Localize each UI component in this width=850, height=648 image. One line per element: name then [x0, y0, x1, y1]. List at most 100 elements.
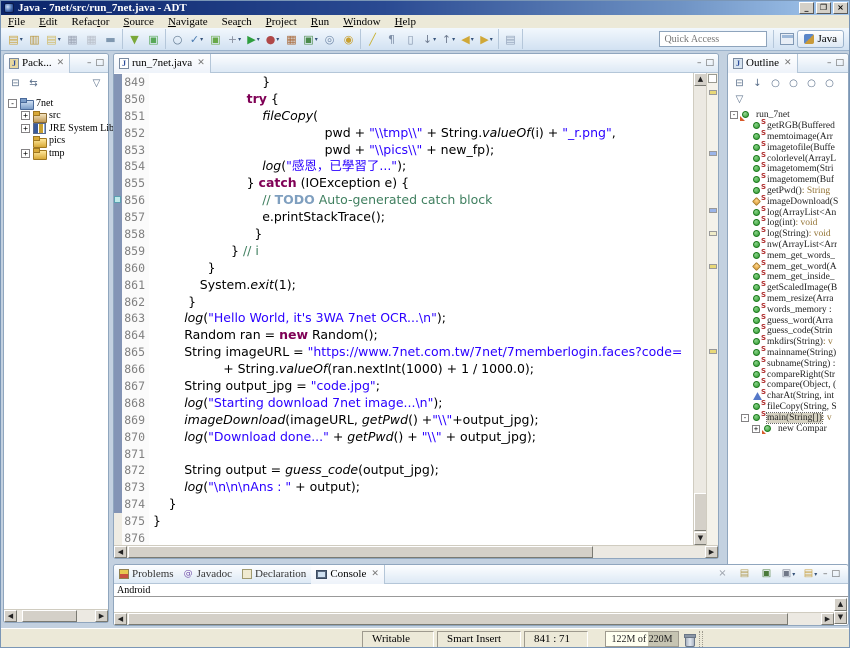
minimize-view-icon[interactable]: – [827, 59, 832, 68]
coverage-button[interactable]: ▦ [283, 31, 300, 48]
marker-bar[interactable] [114, 226, 122, 243]
expander-icon[interactable]: - [730, 111, 738, 119]
outline-item-guess-code-strin[interactable]: +Sguess_code(Strin [728, 326, 848, 337]
next-annotation-button[interactable]: ↓▾ [421, 31, 438, 48]
menu-navigate[interactable]: Navigate [161, 16, 215, 28]
window-close-button[interactable]: × [833, 2, 848, 14]
outline-item-mainname-string-[interactable]: +Smainname(String) [728, 348, 848, 359]
java-perspective-button[interactable]: Java [797, 30, 844, 48]
last-edit-location-button[interactable]: ╱ [364, 31, 381, 48]
expander-icon[interactable]: + [752, 425, 760, 433]
search-button[interactable]: ◉ [340, 31, 357, 48]
outline-item-new-compar[interactable]: +new Compar [728, 423, 848, 434]
outline-item-imagetofile-buffe[interactable]: +Simagetofile(Buffe [728, 142, 848, 153]
show-whitespace-button[interactable]: ¶ [383, 31, 400, 48]
marker-bar[interactable] [114, 209, 122, 226]
maximize-view-icon[interactable]: □ [705, 59, 714, 68]
outline-item-log-int-[interactable]: +Slog(int) : void [728, 218, 848, 229]
menu-window[interactable]: Window [336, 16, 387, 28]
menu-refactor[interactable]: Refactor [64, 16, 116, 28]
tree-item-pics[interactable]: +pics [4, 135, 108, 148]
outline-item-main-string-[interactable]: -Smain(String[]) : v [728, 412, 848, 423]
marker-bar[interactable] [114, 108, 122, 125]
marker-bar[interactable] [114, 496, 122, 513]
previous-annotation-button[interactable]: ↑▾ [440, 31, 457, 48]
android-virtual-device-manager-button[interactable]: ▣ [145, 31, 162, 48]
marker-bar[interactable] [114, 429, 122, 446]
outline-item-nw-arraylist-arr[interactable]: +Snw(ArrayList<Arr [728, 240, 848, 251]
outline-item-compare-object-[interactable]: +Scompare(Object, ( [728, 380, 848, 391]
chevron-down-icon[interactable]: ▾ [814, 571, 817, 578]
tab-outline[interactable]: Outline ✕ [728, 54, 798, 73]
scroll-left-icon[interactable]: ◀ [4, 610, 17, 622]
chevron-down-icon[interactable]: ▾ [238, 36, 241, 43]
marker-bar[interactable] [114, 125, 122, 142]
scroll-lock-button[interactable]: ▤ [736, 566, 753, 583]
editor-hscrollbar[interactable]: ◀ ▶ [114, 545, 718, 558]
annotation-marker[interactable] [709, 208, 717, 213]
hide-fields-button[interactable]: ○ [768, 76, 783, 90]
marker-bar[interactable] [114, 378, 122, 395]
console-hscrollbar[interactable]: ◀ ▶ [114, 612, 834, 625]
scroll-right-icon[interactable]: ▶ [705, 546, 718, 558]
mark-occurrences-button[interactable]: ✓▾ [188, 31, 205, 48]
save-button[interactable]: ▦ [64, 31, 81, 48]
back-history-button[interactable]: ◀▾ [459, 31, 476, 48]
outline-item-imagetomem-buf[interactable]: +Simagetomem(Buf [728, 175, 848, 186]
display-selected-console-button[interactable]: ▣▾ [780, 566, 797, 583]
java-search-button[interactable]: ○ [169, 31, 186, 48]
pin-console-button[interactable]: ▣ [758, 566, 775, 583]
marker-bar[interactable] [114, 395, 122, 412]
marker-bar[interactable] [114, 530, 122, 545]
marker-bar[interactable] [114, 142, 122, 159]
outline-item-getrgb-buffered[interactable]: +SgetRGB(Buffered [728, 121, 848, 132]
outline-item-subname-string-[interactable]: +Ssubname(String) : [728, 358, 848, 369]
package-explorer-hscrollbar[interactable]: ◀ ▶ [4, 609, 108, 622]
marker-bar[interactable] [114, 175, 122, 192]
marker-bar[interactable] [114, 310, 122, 327]
scroll-thumb[interactable] [22, 610, 77, 622]
outline-item-getpwd-[interactable]: +SgetPwd() : String [728, 186, 848, 197]
close-icon[interactable]: ✕ [371, 569, 379, 579]
outline-item-mkdirs-string-[interactable]: +Smkdirs(String) : v [728, 337, 848, 348]
scroll-thumb[interactable] [128, 546, 593, 558]
outline-item-charat-string-int[interactable]: +ScharAt(String, int [728, 391, 848, 402]
scroll-up-icon[interactable]: ▲ [834, 598, 847, 611]
tree-item-7net[interactable]: -7net [4, 97, 108, 110]
tab-console[interactable]: Console✕ [311, 565, 385, 584]
marker-bar[interactable] [114, 74, 122, 91]
marker-bar[interactable] [114, 513, 122, 530]
marker-bar[interactable] [114, 260, 122, 277]
outline-item-words-memory-[interactable]: +Swords_memory : [728, 304, 848, 315]
outline-item-mem-get-words-[interactable]: +Smem_get_words_ [728, 250, 848, 261]
outline-item-guess-word-arra[interactable]: +Sguess_word(Arra [728, 315, 848, 326]
chevron-down-icon[interactable]: ▾ [433, 36, 436, 43]
code-editor[interactable]: 849}850try {851fileCopy(852pwd + "\\tmp\… [114, 73, 693, 545]
menu-file[interactable]: File [1, 16, 32, 28]
hide-static-members-button[interactable]: ○ [786, 76, 801, 90]
annotation-marker[interactable] [709, 264, 717, 269]
sort-button[interactable]: ↓ [750, 76, 765, 90]
chevron-down-icon[interactable]: ▾ [276, 36, 279, 43]
block-selection-button[interactable]: ▯ [402, 31, 419, 48]
marker-bar[interactable] [114, 277, 122, 294]
outline-item-filecopy-string-s[interactable]: +SfileCopy(String, S [728, 402, 848, 413]
junit-button[interactable]: ▣▾ [302, 31, 319, 48]
scroll-right-icon[interactable]: ▶ [95, 610, 108, 622]
outline-item-colorlevel-arrayl[interactable]: +Scolorlevel(ArrayL [728, 153, 848, 164]
outline-item-mem-get-word-a[interactable]: +Smem_get_word(A [728, 261, 848, 272]
scroll-thumb[interactable] [128, 613, 788, 625]
open-file-button[interactable]: ▥ [26, 31, 43, 48]
open-console-button[interactable]: ▤▾ [802, 566, 819, 583]
expander-icon[interactable]: + [21, 124, 30, 133]
menu-help[interactable]: Help [388, 16, 423, 28]
scroll-right-icon[interactable]: ▶ [821, 613, 834, 625]
expander-icon[interactable]: + [21, 111, 30, 120]
tab-declaration[interactable]: Declaration [237, 565, 311, 584]
outline-item-run-7net[interactable]: -run_7net [728, 110, 848, 121]
overview-ruler[interactable] [706, 73, 718, 545]
outline-item-imagetomem-stri[interactable]: +Simagetomem(Stri [728, 164, 848, 175]
marker-bar[interactable] [114, 412, 122, 429]
view-menu-icon[interactable]: ▽ [89, 76, 104, 90]
save-all-button[interactable]: ▦ [83, 31, 100, 48]
